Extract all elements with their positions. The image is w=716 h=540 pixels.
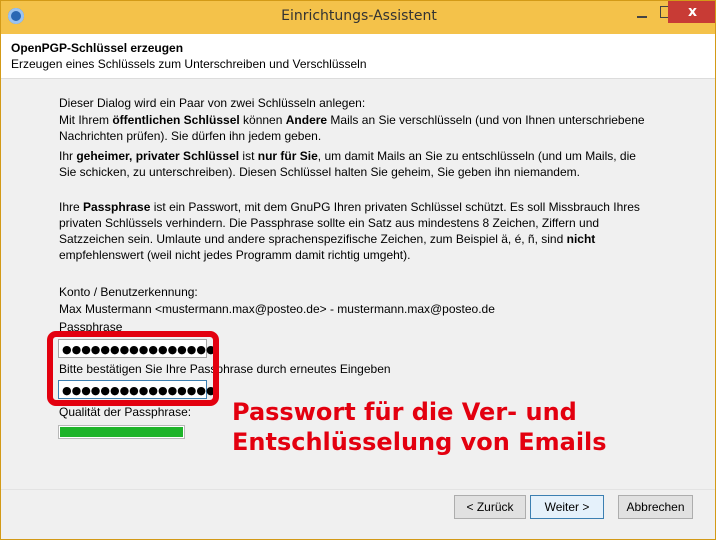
intro-text: Dieser Dialog wird ein Paar von zwei Sch…	[59, 96, 366, 110]
wizard-header: OpenPGP-Schlüssel erzeugen Erzeugen eine…	[1, 34, 715, 79]
close-icon[interactable]: x	[668, 1, 715, 23]
title-bar: Einrichtungs-Assistent x	[1, 1, 715, 35]
back-button[interactable]: < Zurück	[454, 495, 526, 519]
passphrase-quality-bar	[58, 425, 185, 439]
public-key-text: Mit Ihrem öffentlichen Schlüssel können …	[59, 113, 645, 143]
passphrase-quality-label: Qualität der Passphrase:	[59, 405, 192, 419]
annotation-text: Passwort für die Ver- und Entschlüsselun…	[232, 397, 692, 457]
passphrase-info-text: Ihre Passphrase ist ein Passwort, mit de…	[59, 200, 640, 262]
minimize-icon[interactable]	[633, 5, 651, 23]
highlight-box	[47, 331, 219, 406]
annotation-line-2: Entschlüsselung von Emails	[232, 428, 607, 456]
window-title: Einrichtungs-Assistent	[281, 8, 437, 24]
account-label: Konto / Benutzerkennung:	[59, 285, 198, 299]
private-key-text: Ihr geheimer, privater Schlüssel ist nur…	[59, 149, 636, 179]
page-title: OpenPGP-Schlüssel erzeugen	[11, 41, 184, 55]
wizard-footer	[1, 489, 715, 539]
next-button[interactable]: Weiter >	[530, 495, 604, 519]
cancel-button[interactable]: Abbrechen	[618, 495, 693, 519]
account-value: Max Mustermann <mustermann.max@posteo.de…	[59, 302, 495, 316]
annotation-line-1: Passwort für die Ver- und	[232, 398, 577, 426]
passphrase-quality-fill	[60, 427, 183, 437]
page-subtitle: Erzeugen eines Schlüssels zum Unterschre…	[11, 57, 367, 71]
setup-wizard-window: Einrichtungs-Assistent x OpenPGP-Schlüss…	[0, 0, 716, 540]
